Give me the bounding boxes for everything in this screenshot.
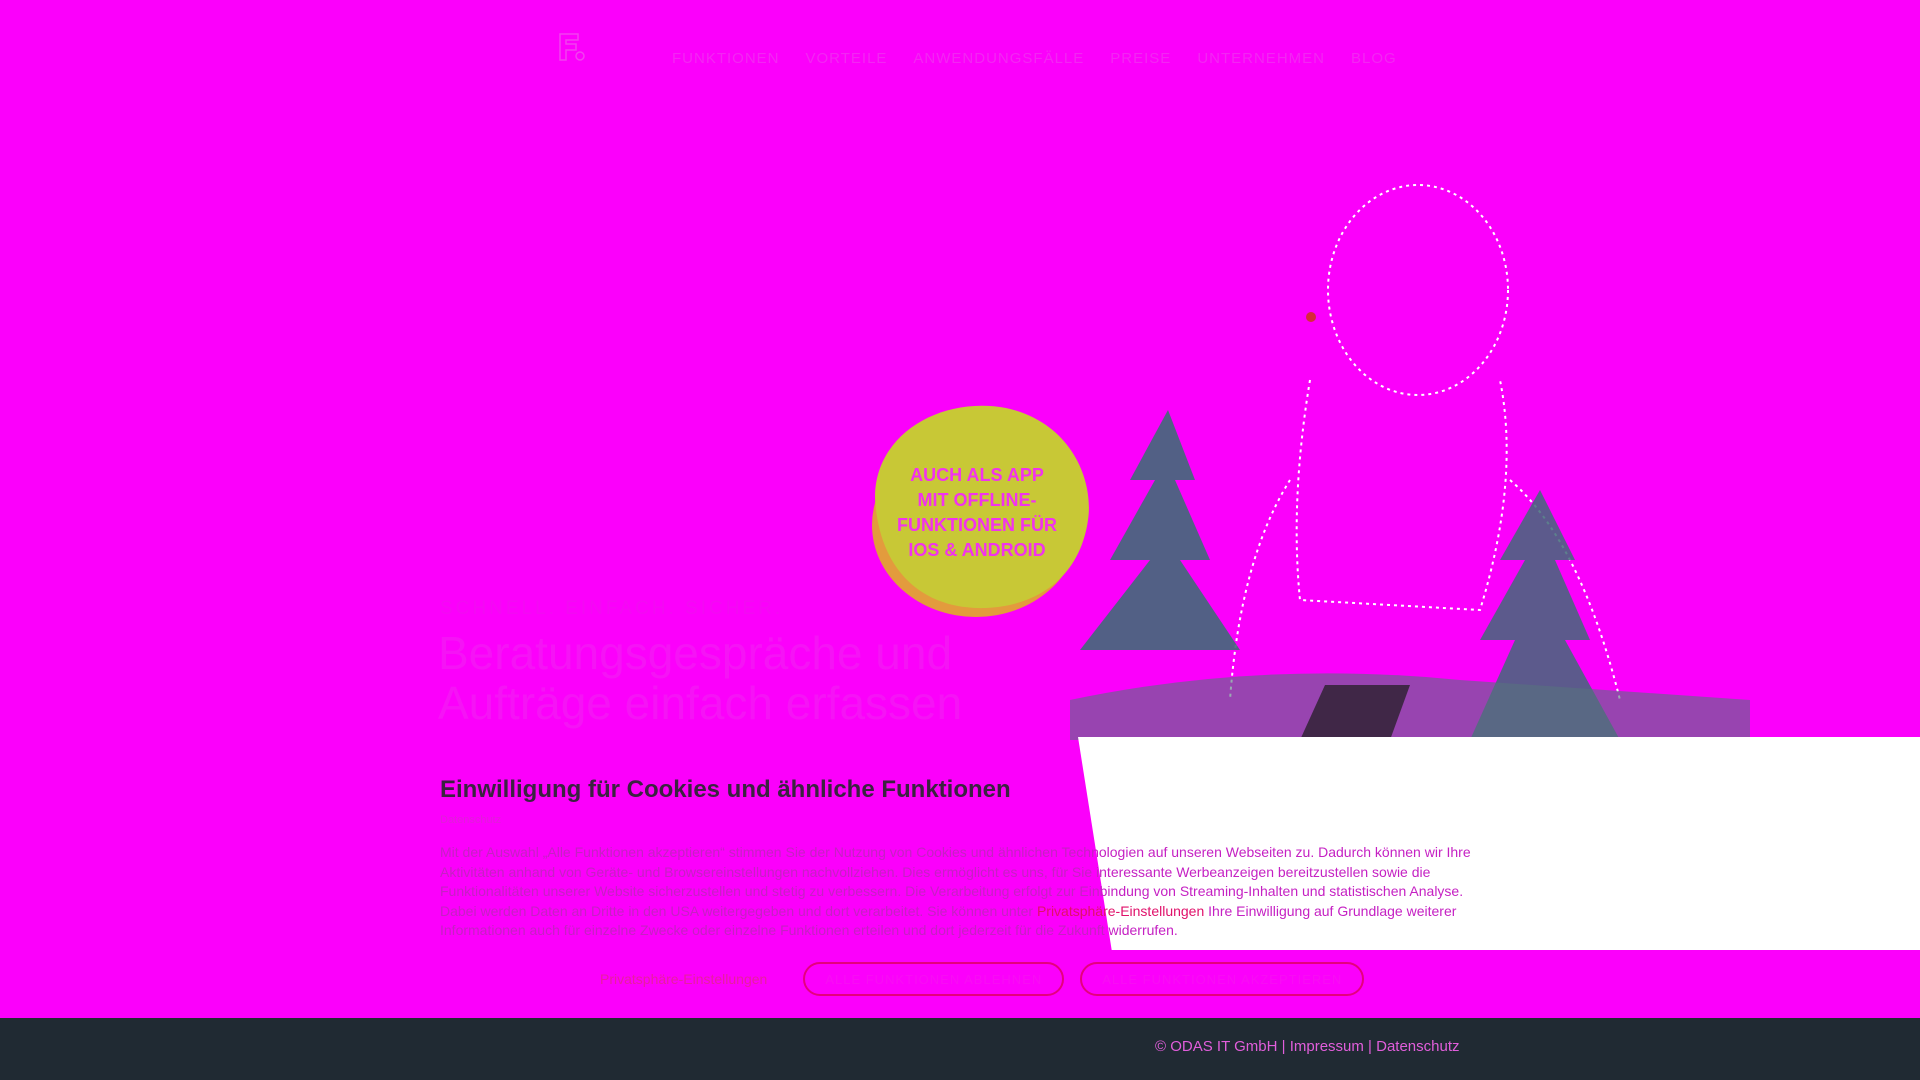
landing-page: FUNKTIONEN VORTEILE ANWENDUNGSFÄLLE PREI… <box>0 0 1920 1080</box>
cookie-dialog-text: Mit der Auswahl „Alle Funktionen akzepti… <box>440 843 1480 941</box>
hero-photo <box>1070 184 1750 740</box>
cookie-actions: Privatsphäre-Einstellungen ALLE FUNKTION… <box>600 962 1365 996</box>
footer-separator: | <box>1277 1038 1290 1055</box>
footer: © ODAS IT GmbH | Impressum | Datenschutz <box>0 1018 1920 1080</box>
hero-kicker: SCHNELL. EINFACH. SICHER. <box>440 598 784 619</box>
logo-icon[interactable] <box>548 26 590 68</box>
badge-line-2: MIT OFFLINE- <box>917 490 1037 510</box>
nav-item-anwendungsfaelle[interactable]: ANWENDUNGSFÄLLE <box>913 50 1084 67</box>
badge-line-4: IOS & ANDROID <box>908 540 1046 560</box>
footer-separator: | <box>1363 1038 1377 1055</box>
footer-copyright: © ODAS IT GmbH <box>1155 1038 1278 1055</box>
privacy-settings-inline-link[interactable]: Privatsphäre-Einstellungen <box>1037 903 1204 919</box>
privacy-settings-link[interactable]: Privatsphäre-Einstellungen <box>600 971 767 987</box>
reject-all-button[interactable]: ALLE FUNKTIONEN ABLEHNEN <box>803 962 1065 996</box>
footer-privacy-link[interactable]: Datenschutz <box>1376 1038 1459 1055</box>
accept-all-button[interactable]: ALLE FUNKTIONEN AKZEPTIEREN <box>1080 962 1365 996</box>
nav-item-vorteile[interactable]: VORTEILE <box>806 50 888 67</box>
badge-line-1: AUCH ALS APP <box>910 465 1044 485</box>
hero-title: Beratungsgespräche und Aufträge einfach … <box>438 627 963 729</box>
main-nav: FUNKTIONEN VORTEILE ANWENDUNGSFÄLLE PREI… <box>672 50 1397 67</box>
nav-item-unternehmen[interactable]: UNTERNEHMEN <box>1197 50 1325 67</box>
nav-item-funktionen[interactable]: FUNKTIONEN <box>672 50 780 67</box>
footer-links: © ODAS IT GmbH | Impressum | Datenschutz <box>1155 1038 1460 1055</box>
cookie-dialog-subtitle: Datenschutz <box>440 814 502 826</box>
cookie-dialog-title: Einwilligung für Cookies und ähnliche Fu… <box>440 776 1011 803</box>
app-badge-text: AUCH ALS APP MIT OFFLINE- FUNKTIONEN FÜR… <box>872 463 1082 563</box>
footer-imprint-link[interactable]: Impressum <box>1290 1038 1364 1055</box>
nav-item-preise[interactable]: PREISE <box>1110 50 1171 67</box>
nav-item-blog[interactable]: BLOG <box>1351 50 1397 67</box>
badge-line-3: FUNKTIONEN FÜR <box>897 515 1057 535</box>
